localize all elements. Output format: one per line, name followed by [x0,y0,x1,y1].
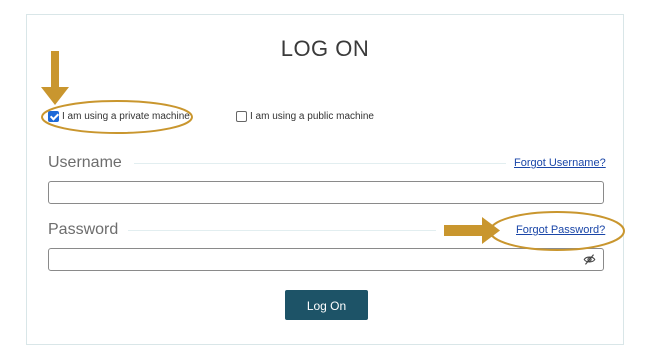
password-input[interactable] [48,248,604,271]
password-label: Password [48,221,119,238]
page-title: LOG ON [280,36,370,61]
username-label: Username [48,154,122,171]
public-machine-checkbox[interactable] [236,111,247,122]
public-machine-option[interactable]: I am using a public machine [236,111,374,122]
forgot-password-link[interactable]: Forgot Password? [516,224,605,236]
private-machine-label: I am using a private machine [62,111,190,122]
forgot-username-link[interactable]: Forgot Username? [514,157,606,169]
eye-slash-icon[interactable] [583,253,596,266]
private-machine-checkbox[interactable] [48,111,59,122]
log-on-button[interactable]: Log On [285,290,368,320]
password-divider [128,230,436,231]
username-input[interactable] [48,181,604,204]
private-machine-option[interactable]: I am using a private machine [48,111,190,122]
public-machine-label: I am using a public machine [250,111,374,122]
username-divider [134,163,506,164]
